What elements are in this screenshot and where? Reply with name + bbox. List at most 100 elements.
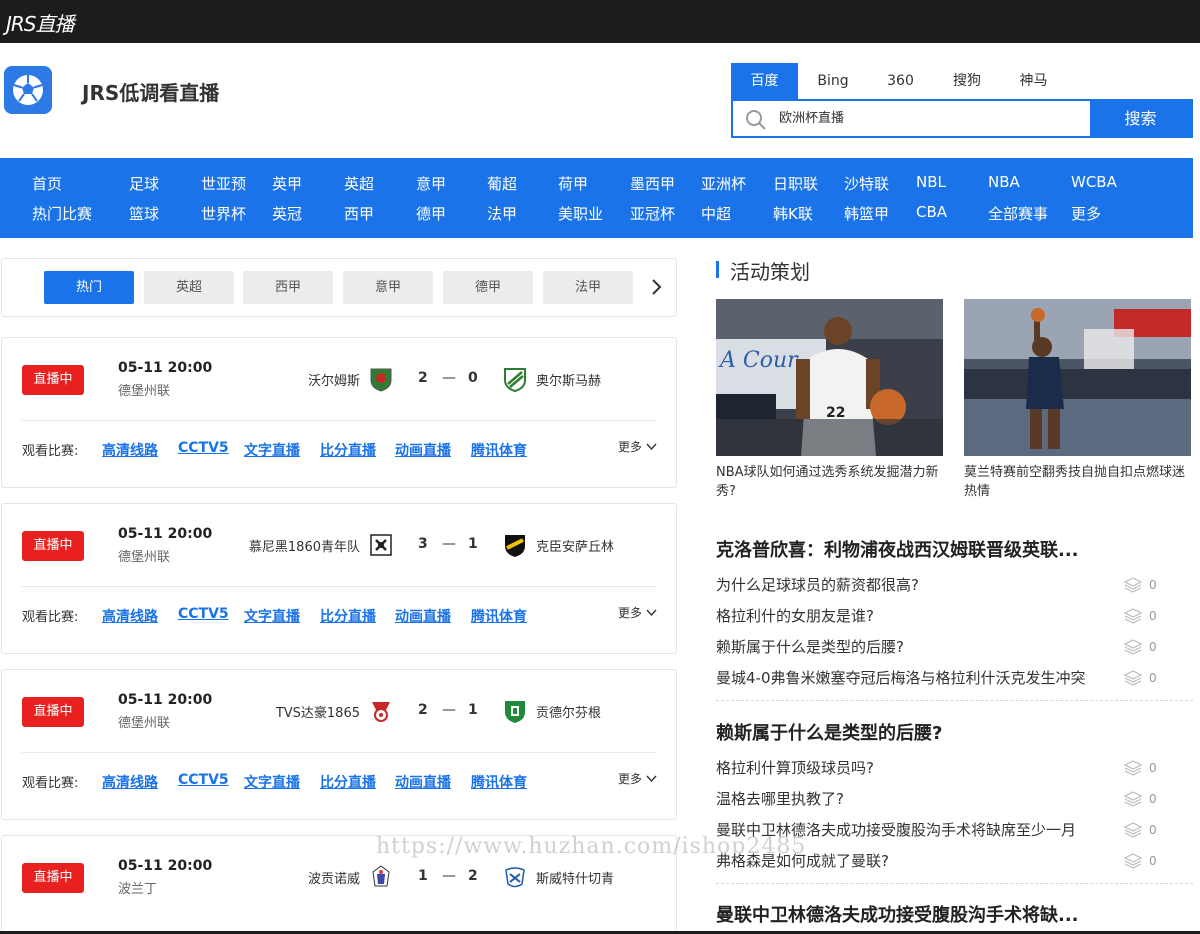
nav-item[interactable]: 法甲 — [487, 203, 517, 224]
search-box: 搜索 — [731, 99, 1193, 138]
news-headline[interactable]: 克洛普欣喜：利物浦夜战西汉姆联晋级英联... — [716, 536, 1079, 562]
promo-caption-morant[interactable]: 莫兰特赛前空翻秀技自抛自扣点燃球迷热情 — [964, 463, 1194, 501]
nav-item[interactable]: 首页 — [32, 173, 62, 194]
nav-item[interactable]: 英超 — [344, 173, 374, 194]
score-separator: — — [442, 370, 456, 386]
match-card[interactable]: 直播中 05-11 20:00 德堡州联 TVS达豪1865 2 — 1 贡德尔芬根 观看比赛:… — [1, 669, 677, 820]
engine-tab-baidu[interactable]: 百度 — [731, 63, 798, 99]
nav-item[interactable]: 足球 — [129, 173, 159, 194]
site-logo[interactable] — [4, 66, 52, 114]
stream-link[interactable]: 高清线路 — [102, 440, 158, 460]
match-card[interactable]: 直播中 05-11 20:00 德堡州联 沃尔姆斯 2 — 0 奥尔斯马赫 观看比赛: 高清线路 C… — [1, 337, 677, 488]
nav-item[interactable]: 韩篮甲 — [844, 203, 889, 224]
nav-item[interactable]: 英冠 — [272, 203, 302, 224]
stream-link[interactable]: CCTV5 — [178, 606, 229, 622]
stream-link[interactable]: 高清线路 — [102, 606, 158, 626]
match-league: 德堡州联 — [118, 716, 171, 731]
away-team-crest-icon — [502, 864, 528, 894]
away-team-name[interactable]: 克臣安萨丘林 — [536, 536, 614, 555]
nav-item[interactable]: 日职联 — [773, 173, 818, 194]
nav-item[interactable]: 亚冠杯 — [630, 203, 675, 224]
nav-item[interactable]: WCBA — [1071, 173, 1117, 191]
brand-logo-text[interactable]: JRS直播 — [6, 8, 74, 37]
nav-item[interactable]: 全部赛事 — [988, 203, 1048, 224]
nav-item[interactable]: 沙特联 — [844, 173, 889, 194]
away-team-name[interactable]: 贡德尔芬根 — [536, 702, 601, 721]
nav-item[interactable]: 篮球 — [129, 203, 159, 224]
filter-tab-laliga[interactable]: 西甲 — [243, 271, 333, 304]
search-button[interactable]: 搜索 — [1090, 101, 1191, 136]
search-input[interactable] — [779, 101, 1079, 136]
engine-tab-bing[interactable]: Bing — [798, 63, 868, 99]
nav-item[interactable]: 美职业 — [558, 203, 603, 224]
svg-text:A Cour: A Cour — [718, 348, 799, 373]
chevron-right-icon[interactable] — [650, 277, 664, 297]
news-headline[interactable]: 曼联中卫林德洛夫成功接受腹股沟手术将缺... — [716, 901, 1079, 927]
away-team-name[interactable]: 奥尔斯马赫 — [536, 370, 601, 389]
news-headline[interactable]: 赖斯属于什么是类型的后腰? — [716, 719, 942, 745]
filter-tab-ligue1[interactable]: 法甲 — [543, 271, 633, 304]
nav-item[interactable]: 热门比赛 — [32, 203, 92, 224]
stream-link[interactable]: 动画直播 — [395, 772, 451, 792]
home-team-name[interactable]: 沃尔姆斯 — [308, 370, 360, 389]
nav-item[interactable]: 西甲 — [344, 203, 374, 224]
nav-item[interactable]: 葡超 — [487, 173, 517, 194]
away-team-name[interactable]: 斯威特什切青 — [536, 868, 614, 887]
news-item[interactable]: 格拉利什的女朋友是谁? — [716, 605, 874, 626]
news-item[interactable]: 赖斯属于什么是类型的后腰? — [716, 636, 904, 657]
stream-link[interactable]: 高清线路 — [102, 772, 158, 792]
home-team-name[interactable]: 波贡诺威 — [308, 868, 360, 887]
nav-item[interactable]: 墨西甲 — [630, 173, 675, 194]
nav-item[interactable]: NBA — [988, 173, 1020, 191]
stream-link[interactable]: 动画直播 — [395, 606, 451, 626]
nav-item[interactable]: 英甲 — [272, 173, 302, 194]
promo-image-morant[interactable] — [964, 299, 1191, 456]
stream-link[interactable]: CCTV5 — [178, 772, 229, 788]
stream-link[interactable]: 文字直播 — [244, 772, 300, 792]
news-item[interactable]: 曼城4-0弗鲁米嫩塞夺冠后梅洛与格拉利什沃克发生冲突 — [716, 667, 1086, 688]
more-dropdown[interactable]: 更多 — [618, 770, 657, 787]
stream-link[interactable]: 比分直播 — [320, 440, 376, 460]
nav-item[interactable]: 韩K联 — [773, 203, 813, 224]
stream-link[interactable]: 腾讯体育 — [471, 772, 527, 792]
nav-item[interactable]: 中超 — [701, 203, 731, 224]
promo-image-nba[interactable]: A Cour 22 — [716, 299, 943, 456]
more-dropdown[interactable]: 更多 — [618, 604, 657, 621]
layers-icon — [1123, 669, 1143, 691]
stream-link[interactable]: 腾讯体育 — [471, 606, 527, 626]
news-item[interactable]: 温格去哪里执教了? — [716, 788, 844, 809]
filter-tab-seriea[interactable]: 意甲 — [343, 271, 433, 304]
stream-link[interactable]: 动画直播 — [395, 440, 451, 460]
news-item[interactable]: 为什么足球球员的薪资都很高? — [716, 574, 919, 595]
filter-tab-hot[interactable]: 热门 — [44, 271, 134, 304]
news-item[interactable]: 格拉利什算顶级球员吗? — [716, 757, 874, 778]
nav-item[interactable]: 荷甲 — [558, 173, 588, 194]
engine-tab-360[interactable]: 360 — [868, 63, 933, 99]
home-team-name[interactable]: 慕尼黑1860青年队 — [249, 536, 360, 555]
more-dropdown[interactable]: 更多 — [618, 438, 657, 455]
stream-link[interactable]: 文字直播 — [244, 606, 300, 626]
engine-tab-shenma[interactable]: 神马 — [1001, 63, 1066, 99]
home-score: 2 — [418, 702, 428, 718]
nav-item[interactable]: 更多 — [1071, 203, 1101, 224]
stream-link[interactable]: 比分直播 — [320, 772, 376, 792]
nav-item[interactable]: 意甲 — [416, 173, 446, 194]
stream-link[interactable]: 文字直播 — [244, 440, 300, 460]
stream-link[interactable]: 比分直播 — [320, 606, 376, 626]
nav-item[interactable]: 世界杯 — [201, 203, 246, 224]
filter-tab-bundesliga[interactable]: 德甲 — [443, 271, 533, 304]
news-comment-count: 0 — [1149, 854, 1157, 868]
home-team-name[interactable]: TVS达豪1865 — [276, 702, 360, 721]
engine-tab-sogou[interactable]: 搜狗 — [933, 63, 1001, 99]
nav-item[interactable]: NBL — [916, 173, 946, 191]
promo-caption-nba[interactable]: NBA球队如何通过选秀系统发掘潜力新秀? — [716, 463, 946, 501]
stream-link[interactable]: CCTV5 — [178, 440, 229, 456]
nav-item[interactable]: 德甲 — [416, 203, 446, 224]
nav-item[interactable]: CBA — [916, 203, 947, 221]
nav-item[interactable]: 世亚预 — [201, 173, 246, 194]
stream-link[interactable]: 腾讯体育 — [471, 440, 527, 460]
nav-item[interactable]: 亚洲杯 — [701, 173, 746, 194]
match-card[interactable]: 直播中 05-11 20:00 德堡州联 慕尼黑1860青年队 3 — 1 克臣安萨丘林 观看比… — [1, 503, 677, 654]
filter-tab-epl[interactable]: 英超 — [144, 271, 234, 304]
divider — [716, 700, 1193, 701]
